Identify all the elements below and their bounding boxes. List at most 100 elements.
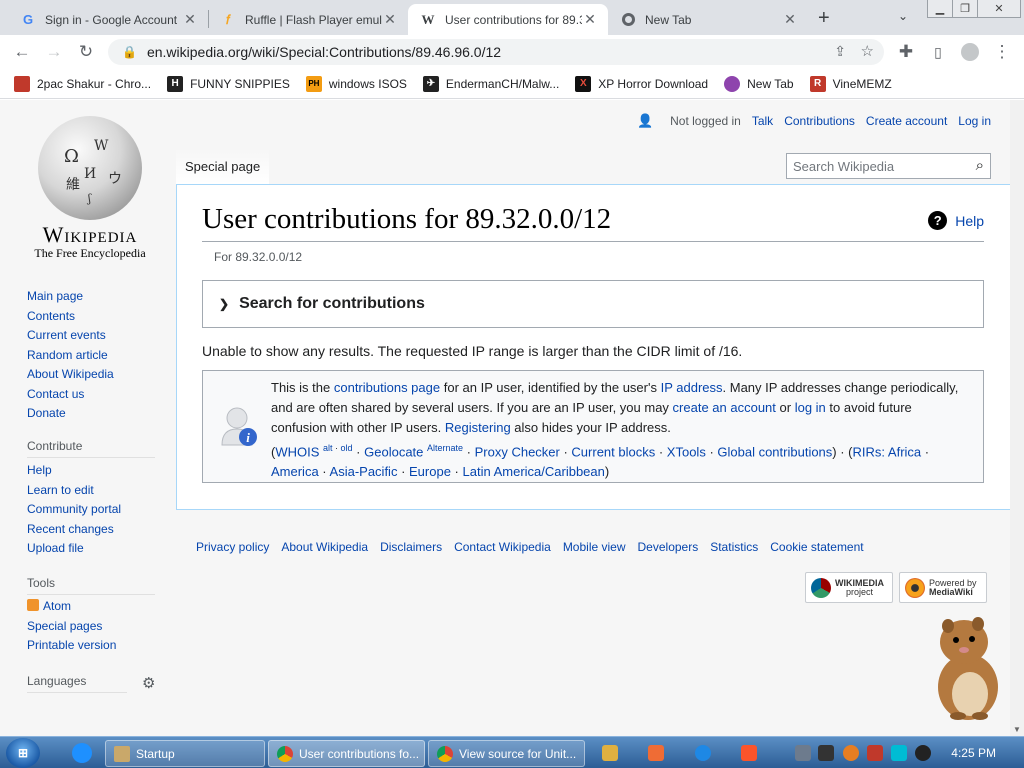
talk-link[interactable]: Talk <box>752 114 773 128</box>
sidebar-item-learn-to-edit[interactable]: Learn to edit <box>27 481 121 501</box>
tab-new-tab[interactable]: New Tab ✕ <box>608 4 808 35</box>
close-tab-icon[interactable]: ✕ <box>782 11 798 28</box>
powered-by-mediawiki-badge[interactable]: Powered by MediaWiki <box>899 572 987 603</box>
help-link[interactable]: ? Help <box>928 211 984 230</box>
global-contributions-link[interactable]: Global contributions <box>717 444 832 459</box>
language-settings-gear-icon[interactable]: ⚙ <box>142 674 155 692</box>
reload-icon[interactable]: ↻ <box>74 41 98 63</box>
chrome-menu-icon[interactable]: ⋮ <box>990 41 1014 63</box>
sidebar-item-special-pages[interactable]: Special pages <box>27 617 116 637</box>
bookmark-new-tab[interactable]: New Tab <box>724 75 794 92</box>
xtools-link[interactable]: XTools <box>667 444 706 459</box>
geolocate-link[interactable]: Geolocate <box>364 444 423 459</box>
minimize-window-icon[interactable]: ▁ <box>927 0 953 18</box>
europe-link[interactable]: Europe <box>409 464 451 479</box>
side-panel-icon[interactable]: ▯ <box>926 41 950 63</box>
tab-ruffle[interactable]: 𝑓 Ruffle | Flash Player emulator ✕ <box>208 4 408 35</box>
close-tab-icon[interactable]: ✕ <box>382 11 398 28</box>
sidebar-item-atom[interactable]: Atom <box>27 597 116 617</box>
tab-google-signin[interactable]: G Sign in - Google Account ✕ <box>8 4 208 35</box>
footer-statistics[interactable]: Statistics <box>710 540 758 554</box>
asia-pacific-link[interactable]: Asia-Pacific <box>330 464 398 479</box>
whois-alt-link[interactable]: alt <box>323 443 333 453</box>
sidebar-item-current-events[interactable]: Current events <box>27 326 114 346</box>
brave-icon[interactable] <box>741 745 757 761</box>
sidebar-item-donate[interactable]: Donate <box>27 404 114 424</box>
close-tab-icon[interactable]: ✕ <box>582 11 598 28</box>
footer-cookie-statement[interactable]: Cookie statement <box>770 540 863 554</box>
taskbar-clock[interactable]: 4:25 PM <box>951 746 996 760</box>
sidebar-item-printable-version[interactable]: Printable version <box>27 636 116 656</box>
taskbar-item-user-contributions[interactable]: User contributions fo... <box>268 740 425 767</box>
footer-about-wikipedia[interactable]: About Wikipedia <box>281 540 368 554</box>
scroll-down-arrow-icon[interactable]: ▼ <box>1013 725 1021 734</box>
sidebar-item-main-page[interactable]: Main page <box>27 287 114 307</box>
proxy-checker-link[interactable]: Proxy Checker <box>475 444 560 459</box>
create-account-inline-link[interactable]: create an account <box>673 400 776 415</box>
bookmark-funny-snippies[interactable]: H FUNNY SNIPPIES <box>167 75 290 92</box>
log-in-link[interactable]: Log in <box>958 114 991 128</box>
footer-mobile-view[interactable]: Mobile view <box>563 540 626 554</box>
footer-disclaimers[interactable]: Disclaimers <box>380 540 442 554</box>
restore-window-icon[interactable]: ❐ <box>952 0 978 18</box>
bookmark-xp-horror[interactable]: X XP Horror Download <box>575 75 708 92</box>
registering-link[interactable]: Registering <box>445 420 511 435</box>
rirs-africa-link[interactable]: RIRs: Africa <box>853 444 922 459</box>
sidebar-item-recent-changes[interactable]: Recent changes <box>27 520 121 540</box>
current-blocks-link[interactable]: Current blocks <box>571 444 655 459</box>
bookmark-star-icon[interactable]: ☆ <box>861 42 874 60</box>
footer-contact-wikipedia[interactable]: Contact Wikipedia <box>454 540 551 554</box>
extensions-puzzle-icon[interactable]: ✚ <box>894 41 918 63</box>
geolocate-alternate-link[interactable]: Alternate <box>427 443 463 453</box>
tray-tool-icon[interactable] <box>818 745 834 761</box>
america-link[interactable]: America <box>271 464 319 479</box>
latin-america-link[interactable]: Latin America/Caribbean <box>463 464 605 479</box>
tray-utility-icon[interactable] <box>795 745 811 761</box>
app-icon[interactable] <box>648 745 664 761</box>
bookmark-windows-isos[interactable]: PH windows ISOS <box>305 75 407 92</box>
share-icon[interactable]: ⇪ <box>834 43 846 60</box>
wikipedia-logo[interactable]: Ω W И 維 ウ ʃ Wikipedia The Free Encyclope… <box>22 116 158 261</box>
internet-explorer-icon[interactable] <box>72 743 92 763</box>
profile-avatar-icon[interactable] <box>958 41 982 63</box>
start-button[interactable]: ⊞ <box>6 738 40 768</box>
tab-wikipedia-active[interactable]: W User contributions for 89.32.0.0/12 ✕ <box>408 4 608 35</box>
taskbar-item-startup[interactable]: Startup <box>105 740 265 767</box>
close-window-icon[interactable]: ✕ <box>977 0 1021 18</box>
sidebar-item-community-portal[interactable]: Community portal <box>27 500 121 520</box>
address-bar[interactable]: 🔒 en.wikipedia.org/wiki/Special:Contribu… <box>108 39 884 65</box>
footer-developers[interactable]: Developers <box>638 540 699 554</box>
back-arrow-icon[interactable]: ← <box>10 41 34 63</box>
forward-arrow-icon[interactable]: → <box>42 41 66 63</box>
close-tab-icon[interactable]: ✕ <box>182 11 198 28</box>
media-player-icon[interactable] <box>602 745 618 761</box>
edge-icon[interactable] <box>695 745 711 761</box>
tab-search-chevron-icon[interactable]: ⌄ <box>898 9 908 23</box>
contributions-page-link[interactable]: contributions page <box>334 380 440 395</box>
bookmark-endermanch[interactable]: ✈ EndermanCH/Malw... <box>422 75 559 92</box>
whois-old-link[interactable]: old <box>341 443 353 453</box>
sidebar-item-contact-us[interactable]: Contact us <box>27 385 114 405</box>
tray-search-icon[interactable] <box>843 745 859 761</box>
bookmark-vinememz[interactable]: R VineMEMZ <box>809 75 892 92</box>
page-scrollbar[interactable]: ▼ <box>1010 100 1024 736</box>
tray-display-icon[interactable] <box>891 745 907 761</box>
tray-flag-icon[interactable] <box>867 745 883 761</box>
contributions-link[interactable]: Contributions <box>784 114 855 128</box>
log-in-inline-link[interactable]: log in <box>795 400 826 415</box>
new-tab-button[interactable]: + <box>818 7 830 30</box>
search-for-contributions-toggle[interactable]: ❯ Search for contributions <box>202 280 984 328</box>
wikimedia-project-badge[interactable]: WIKIMEDIA project <box>805 572 893 603</box>
sidebar-item-random-article[interactable]: Random article <box>27 346 114 366</box>
tab-special-page[interactable]: Special page <box>176 148 270 184</box>
tray-volume-icon[interactable] <box>915 745 931 761</box>
taskbar-item-view-source[interactable]: View source for Unit... <box>428 740 585 767</box>
sidebar-item-contents[interactable]: Contents <box>27 307 114 327</box>
whois-link[interactable]: WHOIS <box>275 444 319 459</box>
search-input[interactable]: Search Wikipedia ⌕ <box>786 153 991 179</box>
search-icon[interactable]: ⌕ <box>976 157 984 174</box>
ip-address-link[interactable]: IP address <box>661 380 723 395</box>
sidebar-item-help[interactable]: Help <box>27 461 121 481</box>
create-account-link[interactable]: Create account <box>866 114 947 128</box>
sidebar-item-about-wikipedia[interactable]: About Wikipedia <box>27 365 114 385</box>
